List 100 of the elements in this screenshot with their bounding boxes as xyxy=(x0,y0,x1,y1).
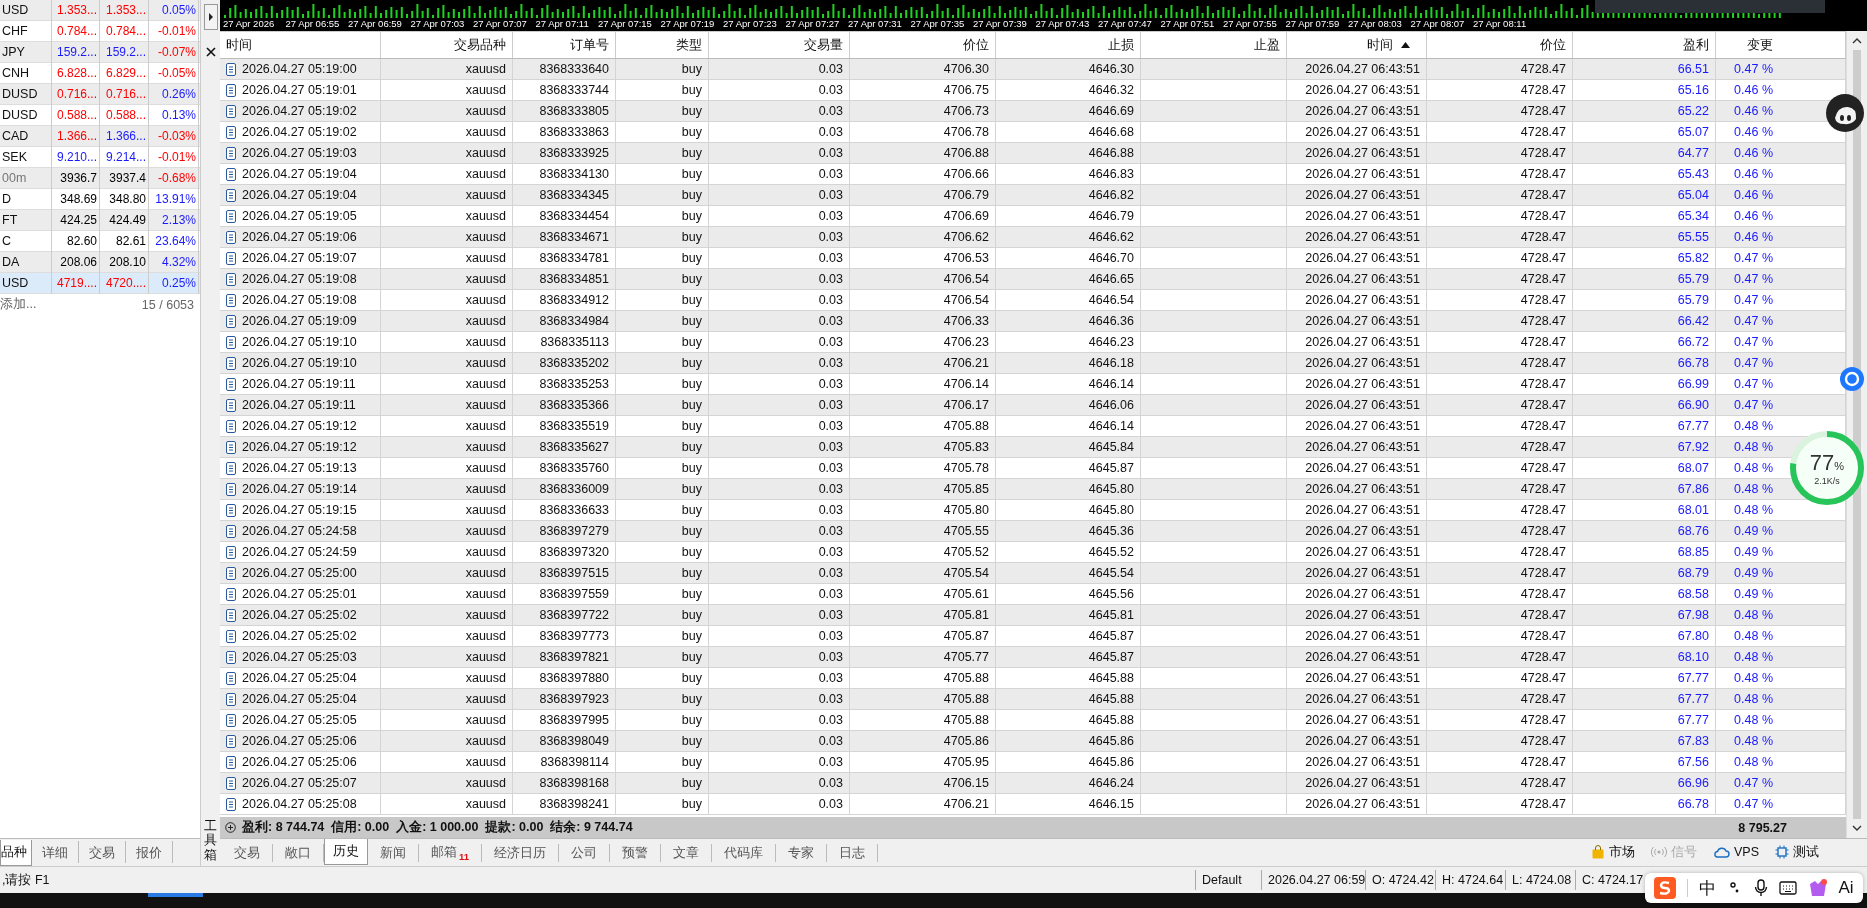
keyboard-icon[interactable] xyxy=(1778,881,1797,895)
tool-tab[interactable]: 新闻 xyxy=(368,844,419,862)
time-axis-label: 27 Apr 2026 xyxy=(223,18,276,31)
table-cell: 4705.95 xyxy=(850,752,996,772)
table-cell: 2026.04.27 06:43:51 xyxy=(1287,80,1427,100)
s-logo-icon[interactable] xyxy=(1654,877,1677,899)
tool-tab[interactable]: 公司 xyxy=(559,844,611,862)
animal-avatar-icon[interactable] xyxy=(1826,94,1864,132)
microphone-icon[interactable] xyxy=(1753,879,1768,897)
table-cell: xauusd xyxy=(381,500,513,520)
add-symbol-field[interactable]: 添加... xyxy=(0,296,37,313)
tool-tab[interactable]: 经济日历 xyxy=(482,844,560,862)
table-cell: buy xyxy=(616,479,709,499)
table-cell: buy xyxy=(616,395,709,415)
table-cell: xauusd xyxy=(381,374,513,394)
symbol-row[interactable]: CAD 1.366... 1.366... -0.03% xyxy=(0,126,200,147)
panel-tab[interactable]: 报价 xyxy=(126,841,173,863)
scroll-down-icon[interactable] xyxy=(1852,825,1862,832)
panel-tab[interactable]: 品种 xyxy=(0,840,32,866)
column-header[interactable]: 止盈 xyxy=(1141,32,1287,58)
table-cell: 2026.04.27 05:19:13 xyxy=(242,461,357,475)
panel-tab[interactable]: 交易 xyxy=(79,841,126,863)
table-cell: 0.03 xyxy=(709,626,850,646)
column-header[interactable]: 类型 xyxy=(616,32,709,58)
symbol-row[interactable]: C 82.60 82.61 23.64% xyxy=(0,231,200,252)
table-cell: 4728.47 xyxy=(1427,626,1573,646)
table-cell: 4705.88 xyxy=(850,710,996,730)
symbol-row[interactable]: CHF 0.784... 0.784... -0.01% xyxy=(0,21,200,42)
symbol-row[interactable]: 00m 3936.7 3937.4 -0.68% xyxy=(0,168,200,189)
table-cell: 4706.21 xyxy=(850,353,996,373)
close-icon[interactable] xyxy=(204,46,217,58)
tool-tab[interactable]: 代码库 xyxy=(712,844,777,862)
expand-icon[interactable] xyxy=(225,822,236,833)
table-cell: 2026.04.27 06:43:51 xyxy=(1287,353,1427,373)
table-cell: 2026.04.27 05:19:00 xyxy=(242,62,357,76)
column-header[interactable]: 交易量 xyxy=(709,32,850,58)
symbol-row[interactable]: DUSD 0.716... 0.716... 0.26% xyxy=(0,84,200,105)
tool-tab[interactable]: 文章 xyxy=(661,844,713,862)
column-header[interactable]: 订单号 xyxy=(513,32,616,58)
tool-tab[interactable]: 邮箱 $_{11}$ xyxy=(419,844,483,862)
table-cell: xauusd xyxy=(381,59,513,79)
time-axis-label: 27 Apr 07:07 xyxy=(473,18,528,31)
document-icon xyxy=(226,545,236,559)
time-axis-label: 27 Apr 07:47 xyxy=(1098,18,1153,31)
column-header[interactable]: 交易品种 xyxy=(381,32,513,58)
ask-price: 0.716... xyxy=(100,83,149,105)
column-header[interactable]: 价位 xyxy=(850,32,996,58)
symbol-row[interactable]: USD 1.353... 1.353... 0.05% xyxy=(0,0,200,21)
table-cell: 2026.04.27 05:25:02 xyxy=(242,629,357,643)
column-header[interactable]: 价位 xyxy=(1427,32,1573,58)
table-cell: 8368397821 xyxy=(513,647,616,667)
table-cell: 0.03 xyxy=(709,773,850,793)
table-cell: 2026.04.27 06:43:51 xyxy=(1287,668,1427,688)
scroll-up-icon[interactable] xyxy=(1852,37,1862,44)
scrollbar[interactable] xyxy=(1846,31,1867,838)
ring-icon[interactable] xyxy=(1840,367,1864,391)
bid-price: 0.588... xyxy=(52,104,100,126)
table-cell: 4728.47 xyxy=(1427,563,1573,583)
document-icon xyxy=(226,461,236,475)
table-cell: buy xyxy=(616,626,709,646)
table-cell: 8368397279 xyxy=(513,521,616,541)
table-cell: buy xyxy=(616,710,709,730)
toolbar-button[interactable]: 市场 xyxy=(1583,839,1643,865)
skin-icon[interactable] xyxy=(1807,878,1828,898)
table-cell: 0.03 xyxy=(709,605,850,625)
tool-tab[interactable]: 专家 xyxy=(776,844,828,862)
symbol-name: FT xyxy=(0,209,52,231)
tool-tab[interactable]: 历史 xyxy=(324,839,368,865)
scroll-right-icon[interactable] xyxy=(203,4,218,30)
column-header[interactable]: 止损 xyxy=(996,32,1141,58)
symbol-row[interactable]: CNH 6.828... 6.829... -0.05% xyxy=(0,63,200,84)
table-cell: 0.03 xyxy=(709,122,850,142)
symbol-row[interactable]: DA 208.06 208.10 4.32% xyxy=(0,252,200,273)
column-header[interactable]: 盈利 xyxy=(1573,32,1716,58)
table-cell: 2026.04.27 05:19:02 xyxy=(242,104,357,118)
column-header[interactable]: 时间 xyxy=(1287,32,1427,58)
table-cell: xauusd xyxy=(381,311,513,331)
symbol-row[interactable]: FT 424.25 424.49 2.13% xyxy=(0,210,200,231)
table-cell: 4646.82 xyxy=(996,185,1141,205)
tool-tab[interactable]: 预警 xyxy=(610,844,662,862)
symbol-row[interactable]: SEK 9.210... 9.214... -0.01% xyxy=(0,147,200,168)
table-cell: 66.51 xyxy=(1573,59,1716,79)
ai-button[interactable]: Ai xyxy=(1838,878,1854,898)
cloud-icon xyxy=(1713,845,1730,859)
symbol-row[interactable]: DUSD 0.588... 0.588... 0.13% xyxy=(0,105,200,126)
symbol-row[interactable]: JPY 159.2... 159.2... -0.07% xyxy=(0,42,200,63)
panel-tab[interactable]: 详细 xyxy=(32,841,79,863)
column-header[interactable]: 时间 xyxy=(220,32,381,58)
table-cell: 66.42 xyxy=(1573,311,1716,331)
language-toggle[interactable]: 中 xyxy=(1699,876,1717,900)
table-cell: 4646.83 xyxy=(996,164,1141,184)
toolbar-button[interactable]: 测试 xyxy=(1767,839,1827,865)
bid-price: 159.2... xyxy=(52,41,100,63)
symbol-row[interactable]: D 348.69 348.80 13.91% xyxy=(0,189,200,210)
table-cell: 4728.47 xyxy=(1427,332,1573,352)
tool-tab[interactable]: 交易 xyxy=(222,844,273,862)
symbol-row[interactable]: USD 4719.... 4720.... 0.25% xyxy=(0,273,200,294)
tool-tab[interactable]: 日志 xyxy=(827,844,879,862)
table-cell: 4706.69 xyxy=(850,206,996,226)
toolbar-button[interactable]: VPS xyxy=(1705,839,1767,865)
